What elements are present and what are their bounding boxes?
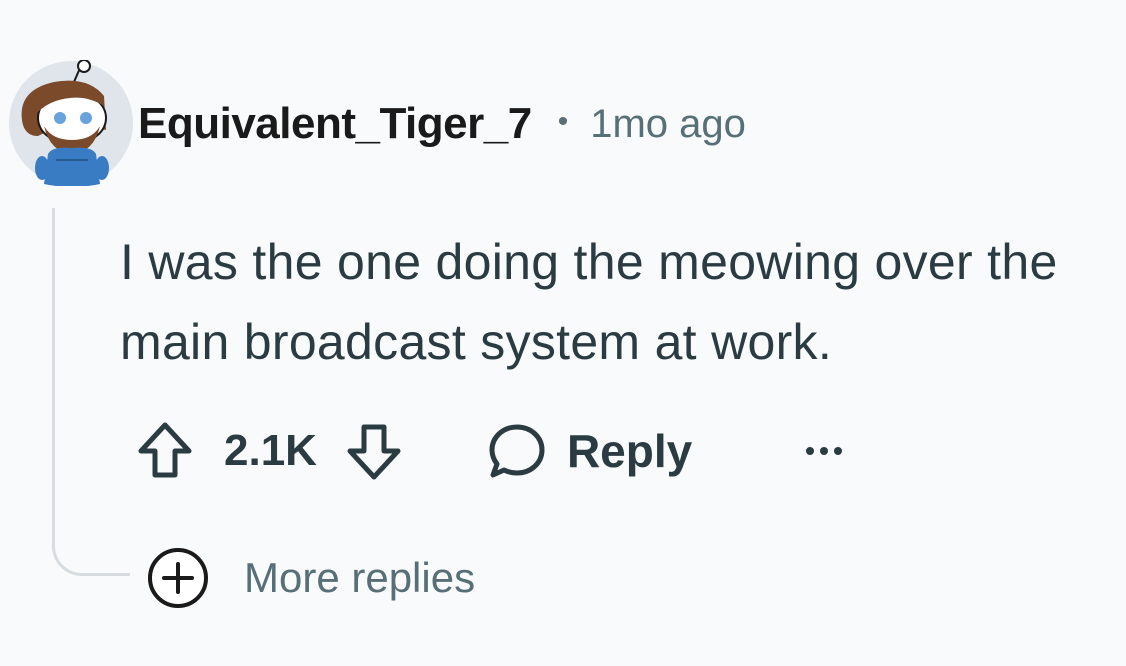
vote-count: 2.1K: [224, 426, 317, 475]
snoo-avatar-icon: [9, 59, 133, 187]
more-options-button[interactable]: [804, 444, 844, 458]
speech-bubble-icon: [489, 424, 545, 478]
reply-button[interactable]: Reply: [487, 421, 692, 481]
comment-container: Equivalent_Tiger_7 • 1mo ago I was the o…: [0, 0, 1126, 666]
upvote-button[interactable]: [136, 421, 194, 481]
reply-label: Reply: [566, 425, 693, 477]
username-link[interactable]: Equivalent_Tiger_7: [138, 99, 532, 149]
comment-actions: 2.1K Reply: [136, 418, 844, 484]
downvote-button[interactable]: [345, 421, 403, 481]
plus-circle-icon: [148, 548, 208, 608]
downvote-arrow-icon: [347, 424, 401, 480]
thread-line[interactable]: [52, 208, 130, 576]
user-avatar[interactable]: [8, 59, 134, 187]
comment-body: I was the one doing the meowing over the…: [120, 234, 1058, 370]
more-replies-button[interactable]: More replies: [146, 546, 475, 610]
upvote-arrow-icon: [138, 422, 192, 478]
comment-header: Equivalent_Tiger_7 • 1mo ago: [138, 96, 746, 152]
timestamp[interactable]: 1mo ago: [590, 102, 746, 147]
separator-dot: •: [557, 105, 569, 138]
more-replies-label: More replies: [244, 554, 476, 601]
ellipsis-icon: [806, 447, 843, 455]
